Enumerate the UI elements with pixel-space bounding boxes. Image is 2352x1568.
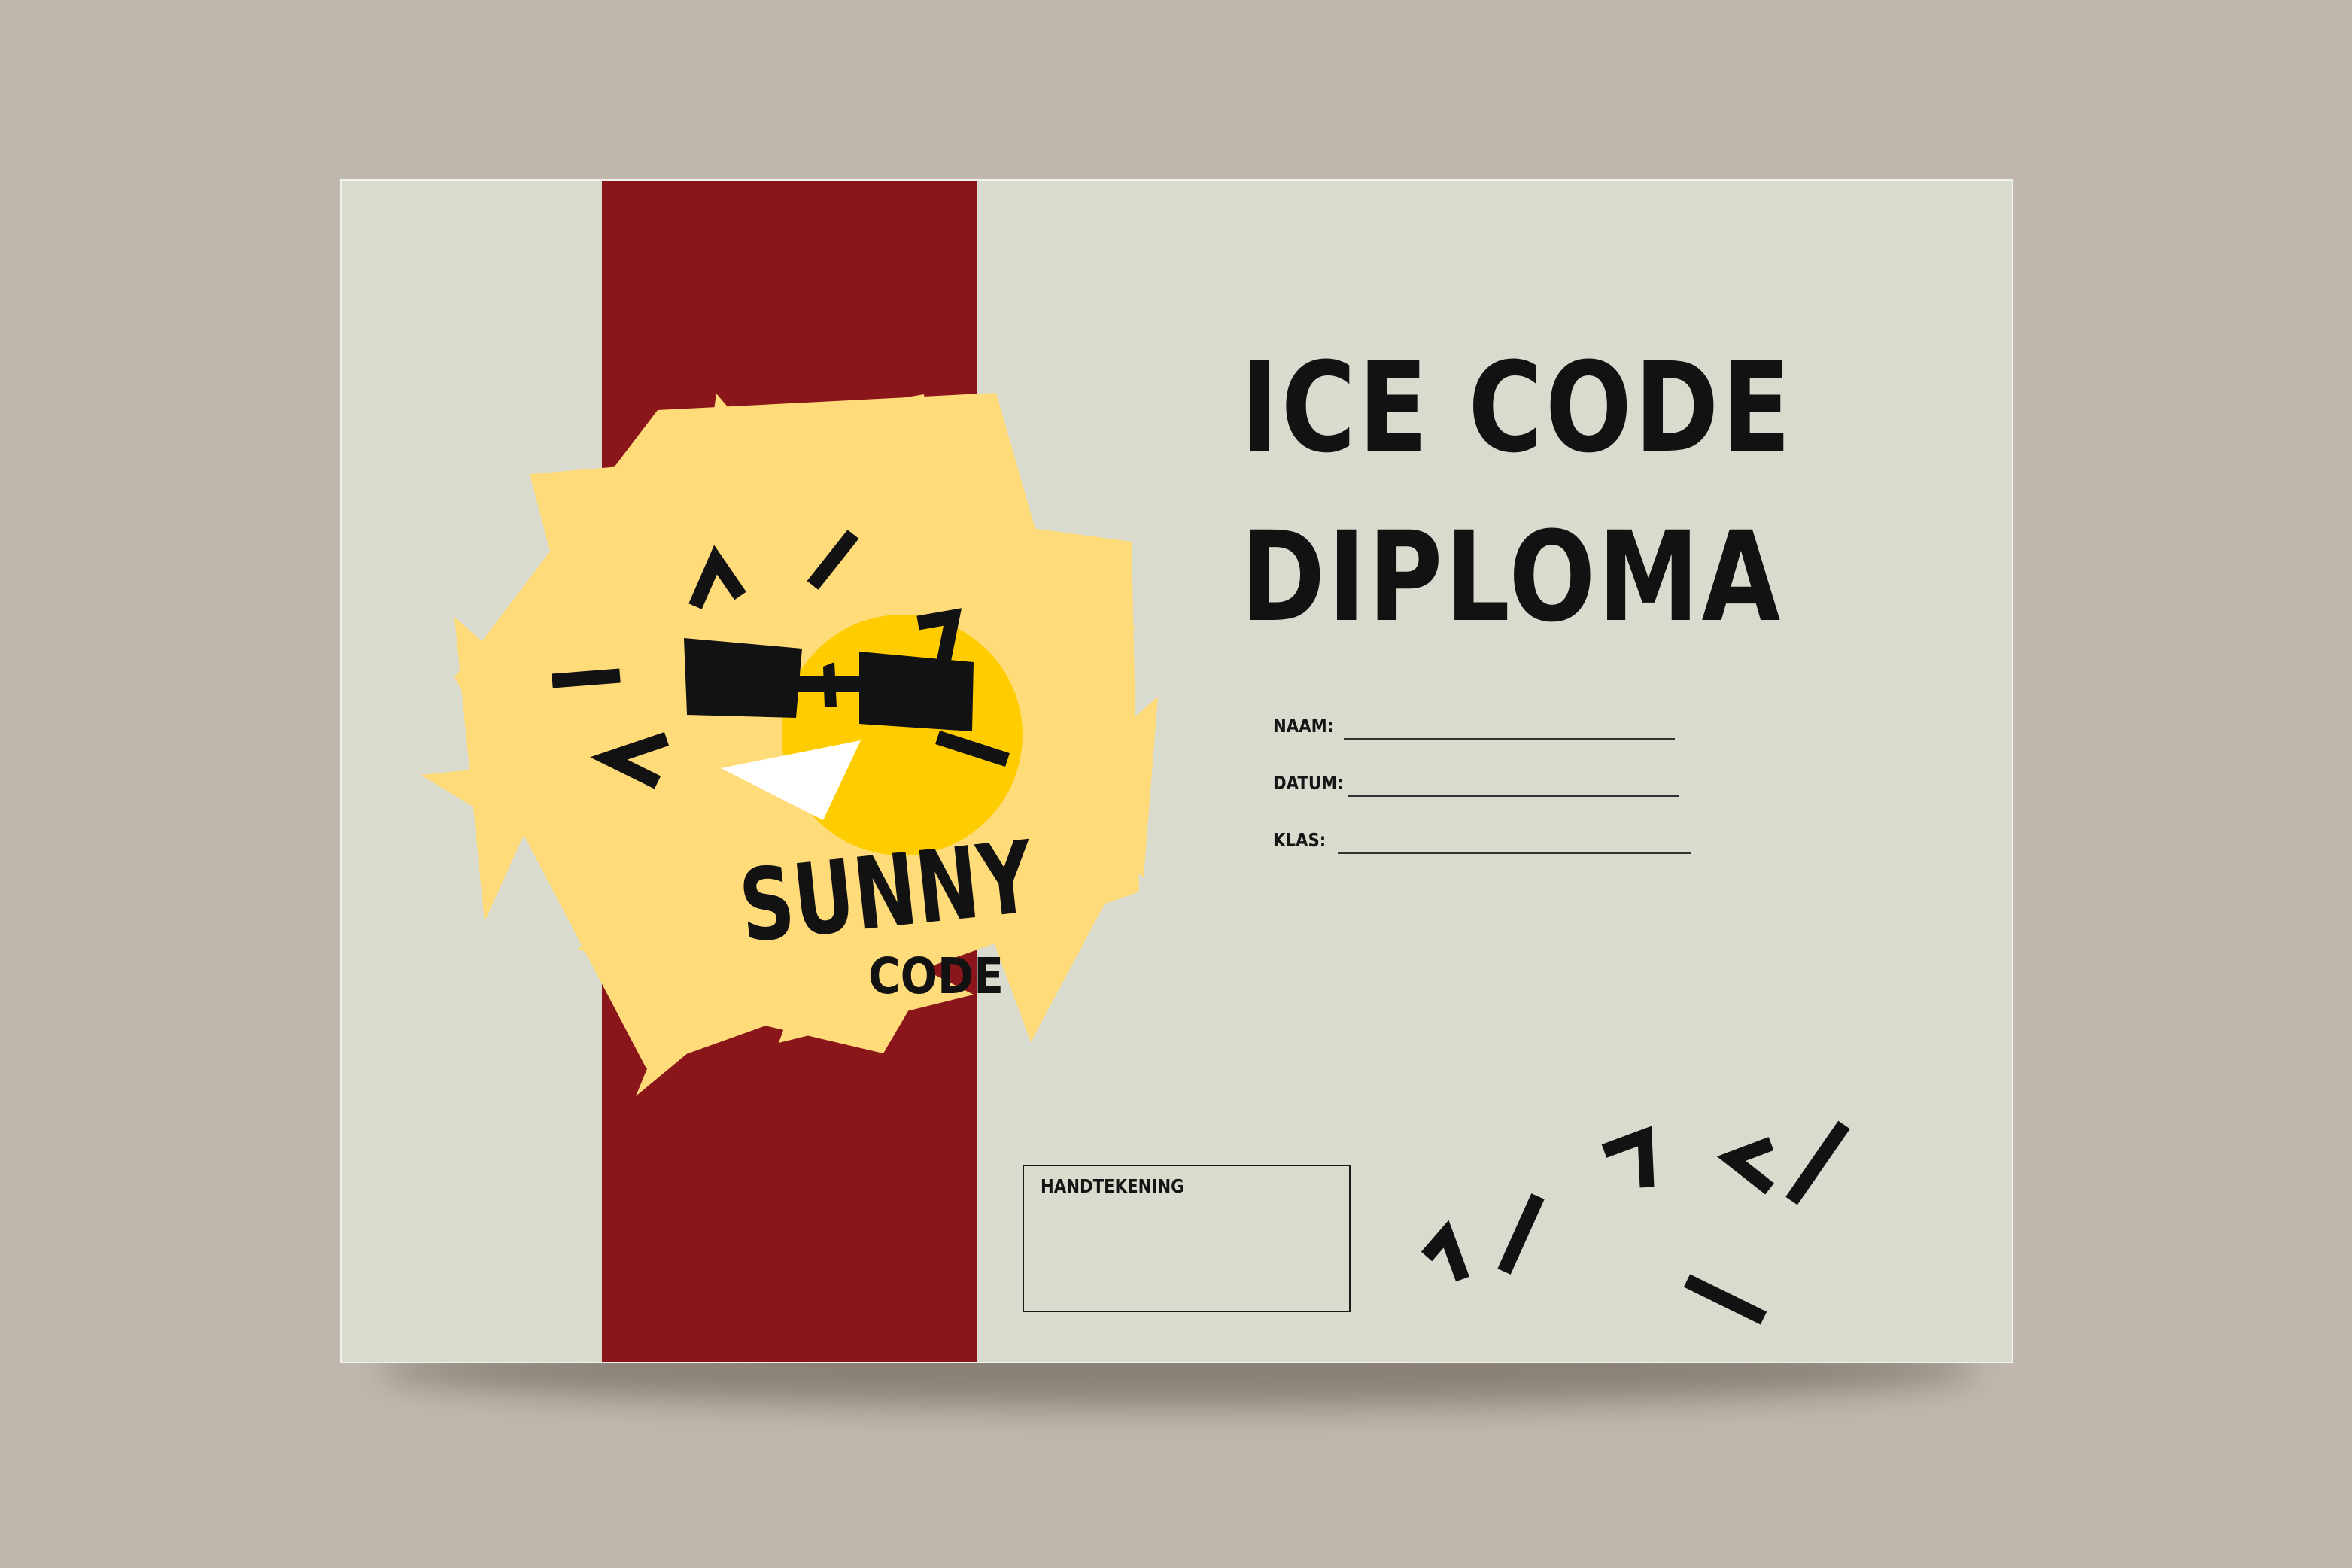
diploma-card: SUNNY CODE ICE CODE DIPLOMA NAAM: DATUM:… <box>340 179 2013 1363</box>
decorative-rays-icon <box>1421 1120 1850 1325</box>
